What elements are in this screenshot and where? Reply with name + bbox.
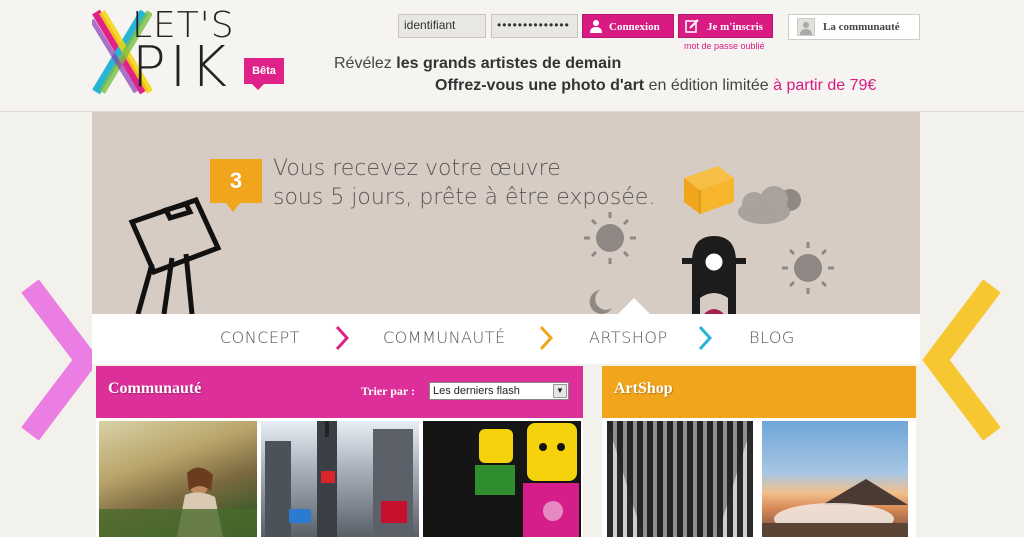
- sun-icon-2: [782, 242, 834, 294]
- banner-illustration: [128, 156, 834, 314]
- photo-thumbnail-2[interactable]: [261, 421, 419, 537]
- cloud-icon: [738, 186, 790, 224]
- photo-thumbnail-3[interactable]: [423, 421, 581, 537]
- artshop-thumbnail-2[interactable]: [762, 421, 908, 537]
- tagline-1-a: Révélez: [334, 55, 397, 72]
- tagline-2-b: en édition limitée: [644, 77, 774, 94]
- community-label: La communauté: [823, 21, 900, 33]
- sun-icon-1: [584, 212, 636, 264]
- artshop-title: ArtShop: [614, 380, 673, 397]
- nav-item-concept[interactable]: CONCEPT: [220, 328, 300, 347]
- artshop-header: ArtShop: [602, 366, 916, 418]
- community-header: Communauté Trier par : Les derniers flas…: [96, 366, 583, 418]
- nav-notch: [618, 298, 650, 314]
- nav-item-communaute[interactable]: COMMUNAUTÉ: [383, 328, 506, 347]
- inscription-button[interactable]: Je m'inscris: [678, 14, 773, 38]
- logo[interactable]: LET'S PIK Bêta: [92, 6, 292, 98]
- photo-woman-image: [99, 467, 257, 537]
- nav-item-artshop[interactable]: ARTSHOP: [589, 328, 668, 347]
- sort-select[interactable]: Les derniers flash ▼: [429, 382, 569, 400]
- tagline-2-a: Offrez-vous une photo d'art: [435, 77, 645, 94]
- photo-city-image: [265, 421, 413, 537]
- photo-lego-image: [475, 423, 579, 537]
- avatar: [797, 18, 815, 36]
- connexion-button[interactable]: Connexion: [582, 14, 674, 38]
- connexion-label: Connexion: [609, 21, 660, 33]
- banner-text: Vous recevez votre œuvre sous 5 jours, p…: [273, 154, 655, 212]
- password-input[interactable]: ••••••••••••••: [491, 14, 578, 38]
- chevron-right-icon: [539, 325, 554, 351]
- scooter-icon: [682, 236, 746, 314]
- user-icon: [590, 20, 602, 33]
- tagline-1-b: les grands artistes de demain: [396, 55, 622, 72]
- tagline-2-c: à partir de 79€: [773, 77, 877, 94]
- beta-badge: Bêta: [244, 58, 284, 90]
- edit-icon: [685, 19, 699, 33]
- photo-building-image: [607, 421, 753, 537]
- community-button[interactable]: La communauté: [788, 14, 920, 40]
- artshop-thumbnail-1[interactable]: [607, 421, 753, 537]
- chevron-down-icon[interactable]: ▼: [553, 384, 567, 398]
- banner-line-2: sous 5 jours, prête à être exposée.: [273, 185, 656, 210]
- hero-banner: 3 Vous recevez votre œuvre sous 5 jours,…: [92, 112, 920, 314]
- moon-icon-2: [589, 290, 612, 314]
- sort-value: Les derniers flash: [433, 385, 520, 397]
- login-input[interactable]: identifiant: [398, 14, 486, 38]
- photo-volcano-image: [762, 479, 908, 537]
- chevron-right-icon: [698, 325, 713, 351]
- forgot-password-link[interactable]: mot de passe oublié: [684, 41, 765, 51]
- tagline-2: Offrez-vous une photo d'art en édition l…: [435, 77, 876, 95]
- package-icon: [684, 166, 734, 214]
- chevron-right-icon: [335, 325, 350, 351]
- header: LET'S PIK Bêta identifiant •••••••••••••…: [0, 0, 1024, 112]
- sort-label: Trier par :: [361, 384, 415, 398]
- inscription-label: Je m'inscris: [707, 21, 763, 33]
- banner-line-1: Vous recevez votre œuvre: [273, 156, 561, 181]
- nav-item-blog[interactable]: BLOG: [749, 328, 795, 347]
- main-nav: CONCEPT COMMUNAUTÉ ARTSHOP BLOG: [92, 298, 920, 364]
- next-arrow-icon[interactable]: [920, 280, 1024, 440]
- step-badge: 3: [210, 159, 262, 212]
- prev-arrow-icon[interactable]: [0, 280, 92, 440]
- easel-icon: [128, 196, 222, 314]
- community-title: Communauté: [108, 380, 202, 397]
- logo-pik: PIK: [132, 35, 232, 100]
- tagline-1: Révélez les grands artistes de demain: [334, 55, 621, 73]
- photo-thumbnail-1[interactable]: [99, 421, 257, 537]
